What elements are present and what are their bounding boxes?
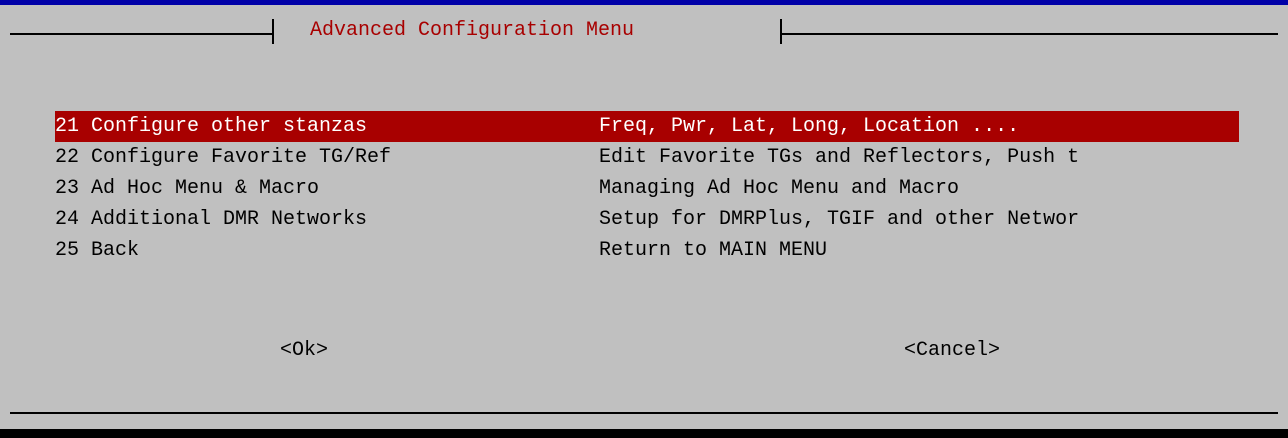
menu-item-tag: 24 [55, 208, 80, 231]
menu-dialog: Advanced Configuration Menu 21 Configure… [0, 5, 1288, 429]
menu-item-tag: 22 [55, 146, 80, 169]
menu-item-tag: 23 [55, 177, 80, 200]
menu-item-label: Back [91, 239, 140, 262]
menu-item-description: Edit Favorite TGs and Reflectors, Push t [599, 146, 1080, 169]
menu-item-configure-other-stanzas[interactable]: 21 Configure other stanzas Freq, Pwr, La… [55, 111, 1239, 142]
menu-item-label: Configure other stanzas [91, 115, 368, 138]
dialog-title-bracket-left [272, 19, 274, 44]
dialog-title: Advanced Configuration Menu [310, 19, 635, 42]
menu-item-tag: 21 [55, 115, 80, 138]
menu-item-description: Return to MAIN MENU [599, 239, 828, 262]
menu-item-tag: 25 [55, 239, 80, 262]
dialog-bottom-border [10, 412, 1278, 414]
menu-item-description: Setup for DMRPlus, TGIF and other Networ [599, 208, 1080, 231]
dialog-top-border-right [782, 33, 1278, 35]
terminal-screen: Advanced Configuration Menu 21 Configure… [0, 0, 1288, 438]
menu-item-label: Additional DMR Networks [91, 208, 368, 231]
cancel-button[interactable]: <Cancel> [904, 333, 1000, 369]
dialog-top-border-left [10, 33, 272, 35]
menu-item-description: Managing Ad Hoc Menu and Macro [599, 177, 960, 200]
dialog-title-bracket-right [780, 19, 782, 44]
menu-item-label: Ad Hoc Menu & Macro [91, 177, 320, 200]
menu-item-description: Freq, Pwr, Lat, Long, Location .... [599, 115, 1020, 138]
ok-button[interactable]: <Ok> [280, 333, 328, 369]
menu-item-ad-hoc-menu-macro[interactable]: 23 Ad Hoc Menu & Macro Managing Ad Hoc M… [55, 173, 1239, 204]
menu-item-additional-dmr-networks[interactable]: 24 Additional DMR Networks Setup for DMR… [55, 204, 1239, 235]
menu-item-label: Configure Favorite TG/Ref [91, 146, 392, 169]
menu-item-configure-favorite-tg-ref[interactable]: 22 Configure Favorite TG/Ref Edit Favori… [55, 142, 1239, 173]
menu-item-back[interactable]: 25 Back Return to MAIN MENU [55, 235, 1239, 266]
